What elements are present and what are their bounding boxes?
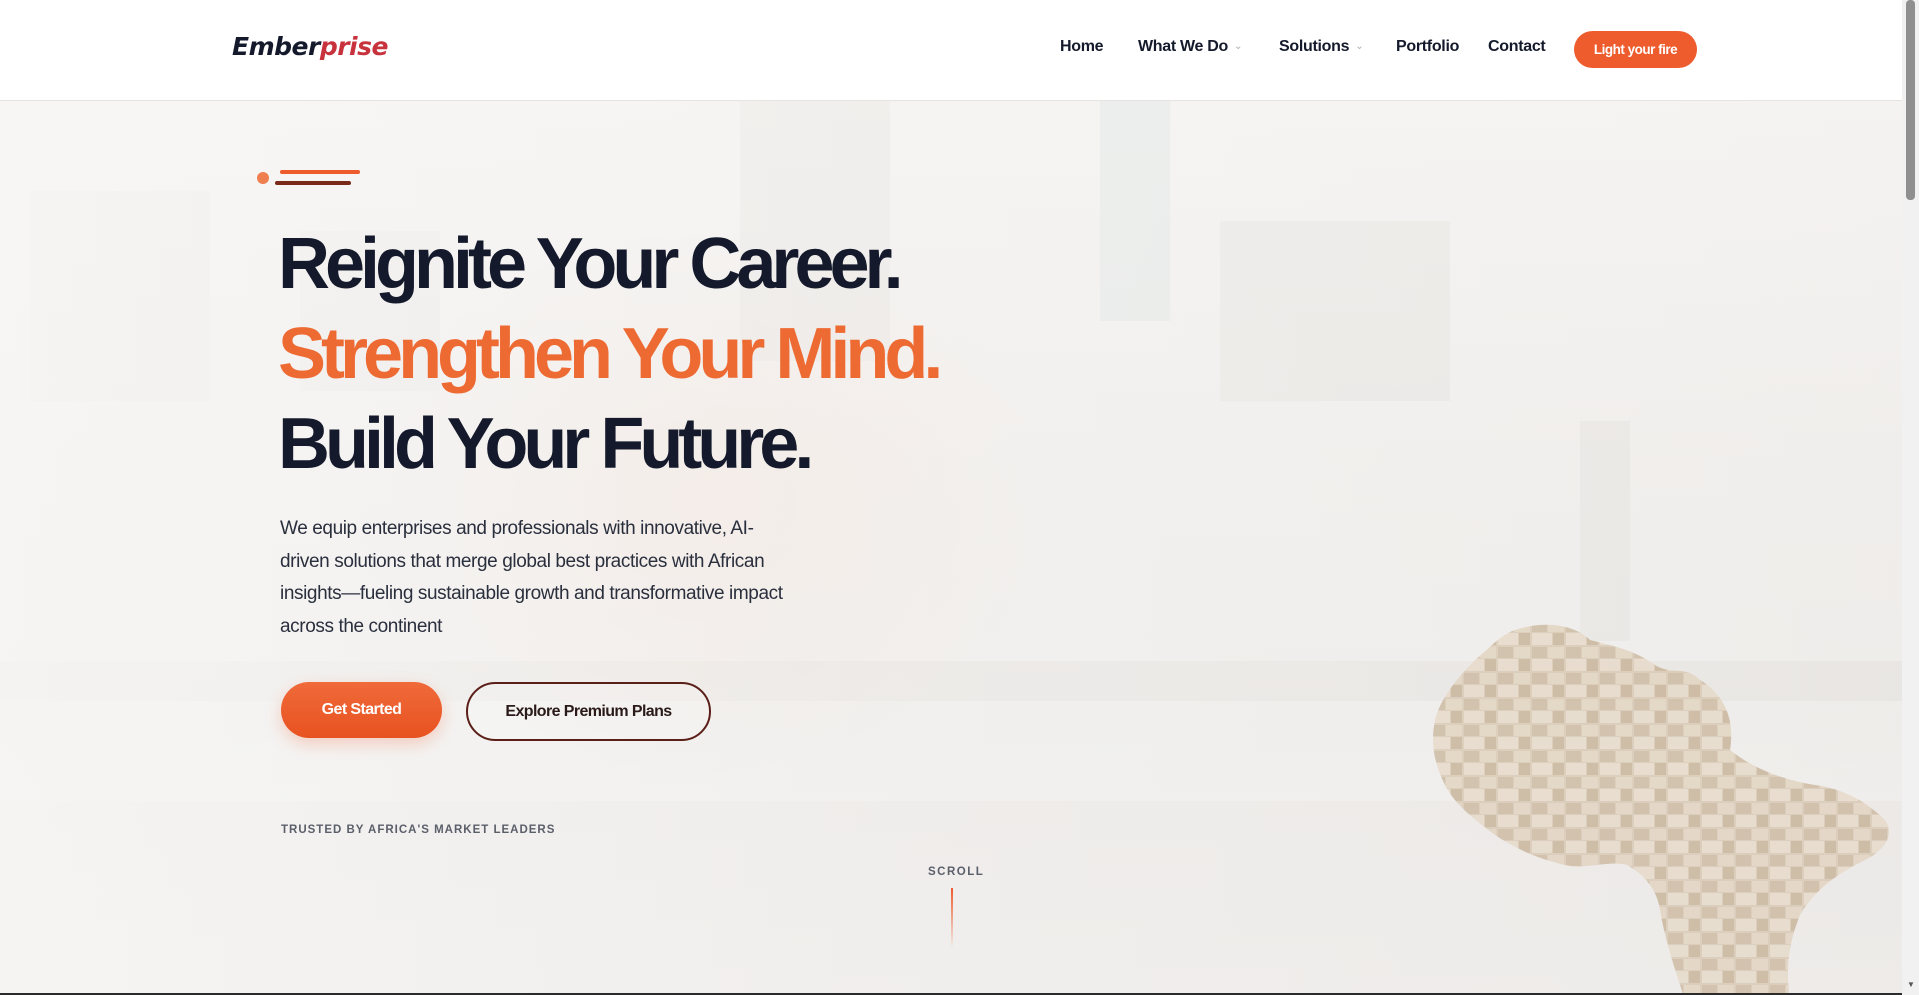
nav-contact-label: Contact <box>1488 38 1546 55</box>
explore-premium-plans-button[interactable]: Explore Premium Plans <box>466 682 711 741</box>
scroll-down-arrow-icon[interactable]: ▼ <box>1907 980 1915 989</box>
nav-contact[interactable]: Contact <box>1488 38 1546 56</box>
nav-what-we-do-label: What We Do <box>1138 38 1229 55</box>
hero-description: We equip enterprises and professionals w… <box>280 518 783 637</box>
nav-home-label: Home <box>1060 38 1104 55</box>
nav-portfolio-label: Portfolio <box>1396 38 1460 55</box>
scroll-label: SCROLL <box>928 866 985 878</box>
scrollbar-thumb[interactable] <box>1906 0 1915 200</box>
trusted-by-label: TRUSTED BY AFRICA'S MARKET LEADERS <box>281 824 556 836</box>
brand-logo[interactable]: Emberprise <box>232 32 388 61</box>
page-scrollbar[interactable]: ▲ ▼ <box>1902 0 1919 995</box>
nav-portfolio[interactable]: Portfolio <box>1396 38 1459 56</box>
chevron-down-icon: ⌄ <box>1355 41 1364 52</box>
decorative-line <box>280 170 360 174</box>
decorative-dot <box>257 172 269 184</box>
headline-line-3: Build Your Future. <box>278 404 814 484</box>
get-started-button[interactable]: Get Started <box>281 682 442 738</box>
nav-solutions[interactable]: Solutions ⌄ <box>1279 38 1364 56</box>
headline-line-2: Strengthen Your Mind. <box>278 314 943 394</box>
headline-line-1: Reignite Your Career. <box>278 224 904 304</box>
nav-home[interactable]: Home <box>1060 38 1104 56</box>
scroll-indicator-line <box>951 888 953 948</box>
logo-text-ember: Ember <box>232 32 320 61</box>
light-your-fire-button[interactable]: Light your fire <box>1574 31 1697 68</box>
nav-what-we-do[interactable]: What We Do ⌄ <box>1138 38 1242 56</box>
decorative-line <box>275 181 351 185</box>
africa-map-graphic <box>1433 624 1889 995</box>
nav-solutions-label: Solutions <box>1279 38 1350 55</box>
chevron-down-icon: ⌄ <box>1234 41 1243 52</box>
logo-text-prise: prise <box>319 32 389 61</box>
site-header: Emberprise Home What We Do ⌄ Solutions ⌄ P… <box>0 0 1902 101</box>
